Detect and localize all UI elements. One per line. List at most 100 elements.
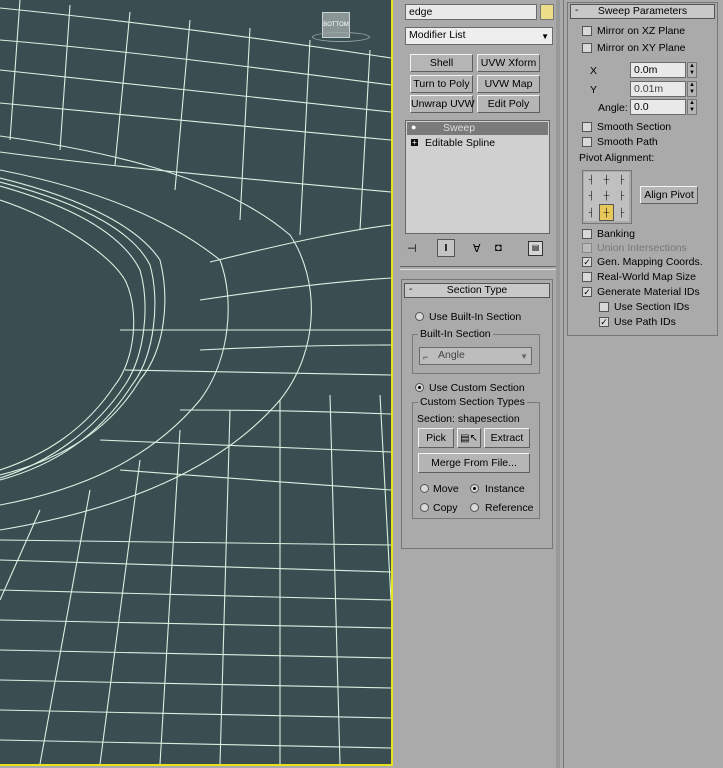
angle-shape-icon: ⌐ — [423, 352, 429, 362]
stack-item-editable-spline[interactable]: + Editable Spline — [407, 137, 548, 150]
pivot-top-right-button[interactable]: ├ — [614, 172, 629, 188]
panel-scrollbar[interactable] — [556, 0, 560, 768]
chevron-down-icon: ▼ — [541, 32, 549, 41]
show-end-result-icon[interactable]: I — [437, 239, 455, 257]
pick-shape-icon[interactable]: ▤↖ — [457, 428, 481, 448]
configure-modifier-sets-icon[interactable]: ▤ — [528, 241, 543, 256]
chevron-down-icon: ▼ — [520, 352, 528, 361]
wireframe-mesh — [0, 0, 391, 764]
union-intersections-checkbox — [582, 243, 592, 253]
gen-mapping-checkbox[interactable]: ✓ — [582, 257, 592, 267]
use-path-ids-checkbox[interactable]: ✓ — [599, 317, 609, 327]
mirror-xy-checkbox[interactable] — [582, 43, 592, 53]
sweep-parameters-header[interactable]: - Sweep Parameters — [570, 4, 715, 19]
use-builtin-label: Use Built-In Section — [429, 311, 522, 323]
builtin-section-dropdown[interactable]: ⌐ Angle ▼ — [419, 347, 532, 365]
copy-radio[interactable] — [420, 503, 429, 512]
y-offset-spinner[interactable]: ▲ ▼ — [687, 81, 697, 97]
pivot-center-button[interactable]: ┼ — [599, 188, 614, 204]
mirror-xy-label: Mirror on XY Plane — [597, 42, 686, 54]
sweep-parameters-rollout: - Sweep Parameters Mirror on XZ Plane Mi… — [567, 2, 718, 336]
instance-radio[interactable] — [470, 484, 479, 493]
move-radio[interactable] — [420, 484, 429, 493]
pivot-alignment-label: Pivot Alignment: — [579, 152, 655, 164]
mirror-xz-checkbox[interactable] — [582, 26, 592, 36]
modifier-button-edit-poly[interactable]: Edit Poly — [477, 95, 540, 113]
y-offset-field[interactable]: 0.01m — [630, 81, 686, 97]
x-offset-spinner[interactable]: ▲ ▼ — [687, 62, 697, 78]
modifier-list-dropdown[interactable]: Modifier List ▼ — [405, 27, 553, 45]
modify-panel: edge Modifier List ▼ Shell UVW Xform Tur… — [397, 0, 560, 768]
y-offset-label: Y — [590, 84, 598, 96]
collapse-icon: - — [409, 283, 413, 295]
smooth-path-label: Smooth Path — [597, 136, 658, 148]
angle-spinner[interactable]: ▲ ▼ — [687, 99, 697, 115]
pivot-middle-right-button[interactable]: ├ — [614, 188, 629, 204]
builtin-section-group: Built-In Section ⌐ Angle ▼ — [412, 328, 540, 374]
builtin-value: Angle — [438, 349, 465, 361]
align-pivot-button[interactable]: Align Pivot — [640, 186, 698, 204]
modifier-button-uvw-xform[interactable]: UVW Xform — [477, 54, 540, 72]
modifier-button-unwrap-uvw[interactable]: Unwrap UVW — [410, 95, 475, 113]
reference-label: Reference — [485, 502, 534, 514]
pin-stack-icon[interactable]: ⊣ — [407, 242, 421, 256]
modifier-button-uvw-map[interactable]: UVW Map — [477, 75, 540, 93]
angle-field[interactable]: 0.0 — [630, 99, 686, 115]
view-cube-icon[interactable]: BOTTOM — [312, 10, 370, 42]
use-section-ids-label: Use Section IDs — [614, 301, 690, 313]
rollout-title: Sweep Parameters — [597, 5, 688, 17]
lightbulb-icon[interactable]: ● — [411, 122, 416, 132]
group-title: Custom Section Types — [418, 396, 527, 408]
gen-mapping-label: Gen. Mapping Coords. — [597, 256, 703, 268]
rollout-title: Section Type — [446, 284, 508, 296]
merge-from-file-button[interactable]: Merge From File... — [418, 453, 530, 473]
object-name-field[interactable]: edge — [405, 4, 537, 20]
x-offset-label: X — [590, 65, 598, 77]
instance-label: Instance — [485, 483, 525, 495]
pivot-bottom-right-button[interactable]: ├ — [614, 204, 629, 221]
real-world-map-size-label: Real-World Map Size — [597, 271, 697, 283]
pivot-top-left-button[interactable]: ┤ — [584, 172, 599, 188]
use-custom-label: Use Custom Section — [429, 382, 525, 394]
copy-label: Copy — [433, 502, 458, 514]
section-type-rollout: - Section Type Use Built-In Section Buil… — [401, 279, 553, 549]
use-path-ids-label: Use Path IDs — [614, 316, 676, 328]
modifier-list-label: Modifier List — [409, 29, 466, 41]
stack-item-label: Editable Spline — [425, 137, 496, 149]
gen-material-ids-label: Generate Material IDs — [597, 286, 700, 298]
section-type-header[interactable]: - Section Type — [404, 283, 550, 298]
stack-item-sweep[interactable]: ● Sweep — [407, 122, 548, 135]
x-offset-field[interactable]: 0.0m — [630, 62, 686, 78]
object-color-swatch[interactable] — [540, 4, 554, 20]
smooth-path-checkbox[interactable] — [582, 137, 592, 147]
pivot-middle-left-button[interactable]: ┤ — [584, 188, 599, 204]
pivot-bottom-left-button[interactable]: ┤ — [584, 204, 599, 221]
gen-material-ids-checkbox[interactable]: ✓ — [582, 287, 592, 297]
pivot-alignment-grid: ┤ ┼ ├ ┤ ┼ ├ ┤ ┼ ├ — [582, 170, 632, 224]
perspective-viewport[interactable]: BOTTOM — [0, 0, 393, 766]
real-world-map-size-checkbox[interactable] — [582, 272, 592, 282]
angle-label: Angle: — [598, 102, 628, 114]
use-custom-radio[interactable] — [415, 383, 424, 392]
make-unique-icon[interactable]: ∀ — [473, 242, 481, 255]
extract-button[interactable]: Extract — [484, 428, 530, 448]
banking-checkbox[interactable] — [582, 229, 592, 239]
move-label: Move — [433, 483, 459, 495]
pick-button[interactable]: Pick — [418, 428, 454, 448]
remove-modifier-icon[interactable]: ◘ — [495, 242, 502, 254]
pivot-top-center-button[interactable]: ┼ — [599, 172, 614, 188]
use-builtin-radio[interactable] — [415, 312, 424, 321]
smooth-section-checkbox[interactable] — [582, 122, 592, 132]
use-section-ids-checkbox[interactable] — [599, 302, 609, 312]
smooth-section-label: Smooth Section — [597, 121, 672, 133]
modifier-button-turn-to-poly[interactable]: Turn to Poly — [410, 75, 473, 93]
expand-icon[interactable]: + — [411, 139, 418, 147]
reference-radio[interactable] — [470, 503, 479, 512]
banking-label: Banking — [597, 228, 635, 240]
modifier-stack: ● Sweep + Editable Spline — [405, 120, 550, 234]
pivot-bottom-center-button[interactable]: ┼ — [599, 204, 614, 221]
modifier-button-shell[interactable]: Shell — [410, 54, 473, 72]
mirror-xz-label: Mirror on XZ Plane — [597, 25, 686, 37]
collapse-icon: - — [575, 4, 579, 16]
group-title: Built-In Section — [418, 328, 493, 340]
